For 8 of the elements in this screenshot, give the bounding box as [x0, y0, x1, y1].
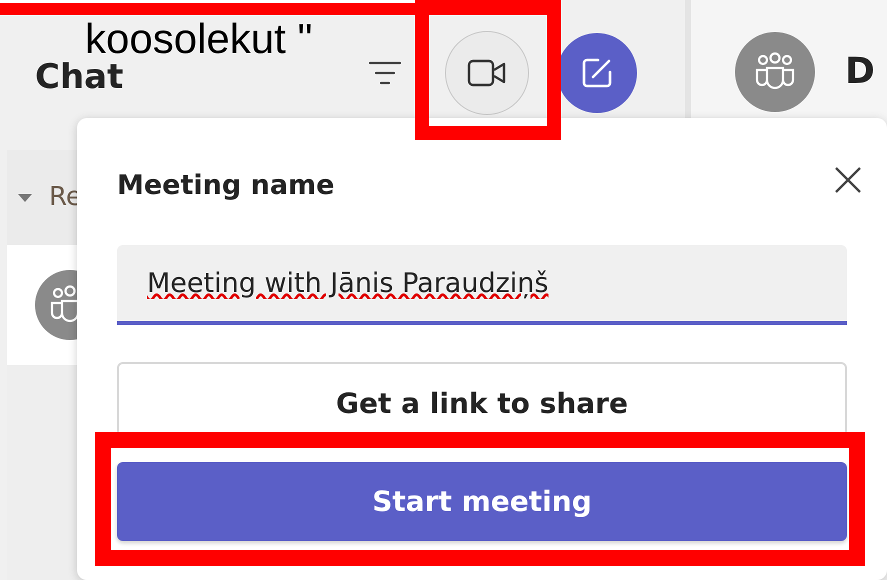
conversation-title: D [845, 50, 875, 94]
popup-title: Meeting name [117, 168, 334, 203]
collapse-caret-icon[interactable] [17, 192, 33, 202]
filter-icon[interactable] [368, 60, 402, 86]
video-camera-icon [467, 58, 507, 88]
start-meeting-button[interactable]: Start meeting [117, 462, 847, 541]
meeting-name-field[interactable]: Meeting with Jānis Paraudziņš [117, 245, 847, 325]
close-icon [834, 166, 862, 194]
